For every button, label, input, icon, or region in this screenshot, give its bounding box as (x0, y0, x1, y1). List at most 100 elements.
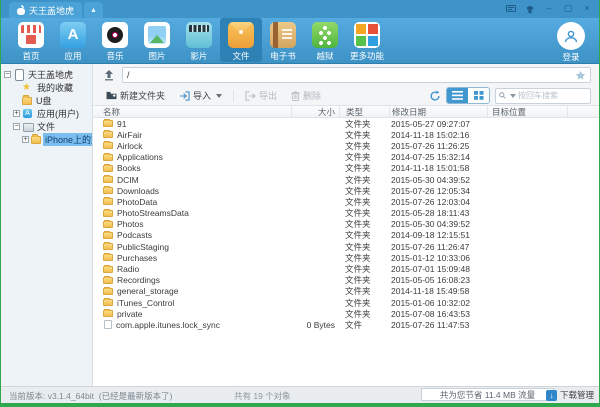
search-icon (499, 91, 506, 100)
photos-icon (144, 22, 170, 48)
ebook-icon (270, 22, 296, 48)
table-row[interactable]: general_storage文件夹2014-11-18 15:49:58 (93, 286, 599, 297)
more-icon (354, 22, 380, 48)
file-name: iTunes_Control (117, 298, 174, 308)
export-label: 导出 (259, 89, 277, 102)
table-row[interactable]: com.apple.itunes.lock_sync0 Bytes文件2015-… (93, 319, 599, 330)
nav-item-home[interactable]: 首页 (10, 18, 52, 62)
nav-item-video[interactable]: 影片 (178, 18, 220, 62)
collapse-icon[interactable]: − (4, 71, 11, 78)
path-input[interactable]: / (122, 67, 591, 83)
table-row[interactable]: Photos文件夹2015-05-30 04:39:52 (93, 219, 599, 230)
table-row[interactable]: PhotoStreamsData文件夹2015-05-28 18:11:43 (93, 208, 599, 219)
file-date: 2015-01-12 10:33:06 (389, 253, 487, 263)
file-type: 文件夹 (339, 162, 389, 174)
expand-icon[interactable]: + (22, 136, 29, 143)
collapse-icon[interactable]: − (13, 123, 20, 130)
sidebar-item[interactable]: + iPhone上的文件 (1, 133, 92, 146)
table-row[interactable]: AirFair文件夹2014-11-18 15:02:16 (93, 129, 599, 140)
sidebar-item[interactable]: −天王盖地虎 (1, 68, 92, 81)
column-header-name[interactable]: 名称 (93, 106, 291, 117)
table-row[interactable]: Applications文件夹2014-07-25 15:32:14 (93, 152, 599, 163)
file-type: 文件夹 (339, 252, 389, 264)
file-type: 文件夹 (339, 185, 389, 197)
file-name: 91 (117, 119, 126, 129)
nav-item-jailbreak[interactable]: 越狱 (304, 18, 346, 62)
file-date: 2015-07-26 12:05:34 (389, 186, 487, 196)
file-date: 2015-01-06 10:32:02 (389, 298, 487, 308)
column-header-target[interactable]: 目标位置 (487, 106, 567, 117)
eject-tab[interactable]: ▲ (84, 2, 103, 18)
close-button[interactable]: × (581, 2, 593, 14)
login-button[interactable]: 登录 (557, 22, 585, 63)
sidebar-item-label: 文件 (35, 120, 57, 133)
new-folder-button[interactable]: 新建文件夹 (101, 88, 170, 104)
import-button[interactable]: 导入 (174, 88, 227, 104)
delete-button[interactable]: 删除 (286, 88, 326, 104)
export-button[interactable]: 导出 (240, 88, 282, 104)
sidebar-item[interactable]: +应用(用户) (1, 107, 92, 120)
items-count: 共有 19 个对象 (234, 390, 291, 402)
nav-item-photos[interactable]: 图片 (136, 18, 178, 62)
column-header-type[interactable]: 类型 (339, 106, 389, 117)
nav-item-files[interactable]: 文件 (220, 18, 262, 62)
files-icon (228, 22, 254, 48)
login-label: 登录 (562, 51, 579, 63)
file-name: Downloads (117, 186, 159, 196)
table-row[interactable]: PublicStaging文件夹2015-07-26 11:26:47 (93, 241, 599, 252)
expand-icon[interactable]: + (13, 110, 20, 117)
nav-item-more[interactable]: 更多功能 (346, 18, 388, 62)
list-view-button[interactable] (447, 88, 468, 103)
download-manager-button[interactable]: ↓ 下载管理 (546, 389, 594, 401)
table-row[interactable]: Downloads 文件夹2015-07-26 12:05:34 (93, 185, 599, 196)
folder-icon (103, 176, 113, 183)
device-tab-label: 天王盖地虎 (29, 4, 74, 17)
folder-up-button[interactable] (101, 67, 117, 83)
download-manager-label: 下载管理 (560, 389, 594, 401)
feedback-icon[interactable] (505, 3, 517, 13)
table-row[interactable]: Books文件夹2014-11-18 15:01:58 (93, 163, 599, 174)
nav-item-ebook[interactable]: 电子书 (262, 18, 304, 62)
nav-item-music[interactable]: 音乐 (94, 18, 136, 62)
column-header-size[interactable]: 大小 (291, 106, 339, 117)
view-toggle (446, 87, 490, 104)
table-row[interactable]: private文件夹2015-07-08 16:43:53 (93, 308, 599, 319)
folder-icon (103, 310, 113, 317)
file-date: 2014-09-18 12:15:51 (389, 230, 487, 240)
search-input[interactable] (518, 91, 587, 100)
sidebar-item-label: iPhone上的文件 (43, 133, 92, 146)
file-date: 2014-07-25 15:32:14 (389, 152, 487, 162)
video-icon (186, 22, 212, 48)
table-row[interactable]: Airlock文件夹2015-07-26 11:26:25 (93, 140, 599, 151)
sidebar-item[interactable]: − 文件 (1, 120, 92, 133)
file-name: PublicStaging (117, 242, 169, 252)
favorite-star-icon[interactable] (575, 70, 586, 81)
table-row[interactable]: Radio文件夹2015-07-01 15:09:48 (93, 263, 599, 274)
sidebar-item[interactable]: 我的收藏 (1, 81, 92, 94)
device-tab[interactable]: 天王盖地虎 (9, 2, 82, 18)
file-type: 文件夹 (339, 140, 389, 152)
file-type: 文件夹 (339, 263, 389, 275)
sidebar-item[interactable]: U盘 (1, 94, 92, 107)
file-date: 2015-07-26 11:47:53 (389, 320, 487, 330)
grid-view-button[interactable] (468, 88, 489, 103)
nav-item-label: 更多功能 (350, 50, 384, 62)
table-row[interactable]: DCIM文件夹2015-05-30 04:39:52 (93, 174, 599, 185)
table-row[interactable]: Recordings文件夹2015-05-05 16:08:23 (93, 275, 599, 286)
column-header-date[interactable]: 修改日期 (389, 106, 487, 117)
refresh-icon[interactable] (429, 90, 441, 102)
import-icon (179, 91, 190, 101)
file-type: 文件夹 (339, 285, 389, 297)
nav-item-label: 电子书 (270, 50, 296, 62)
music-icon (102, 22, 128, 48)
nav-item-apps[interactable]: 应用 (52, 18, 94, 62)
minimize-button[interactable]: – (543, 2, 555, 14)
folder-icon (103, 266, 113, 273)
table-row[interactable]: iTunes_Control文件夹2015-01-06 10:32:02 (93, 297, 599, 308)
table-row[interactable]: 91文件夹2015-05-27 09:27:07 (93, 118, 599, 129)
table-row[interactable]: Podcasts文件夹2014-09-18 12:15:51 (93, 230, 599, 241)
skin-icon[interactable] (524, 3, 536, 14)
maximize-button[interactable]: ▢ (562, 2, 574, 14)
table-row[interactable]: Purchases文件夹2015-01-12 10:33:06 (93, 252, 599, 263)
table-row[interactable]: PhotoData文件夹2015-07-26 12:03:04 (93, 196, 599, 207)
